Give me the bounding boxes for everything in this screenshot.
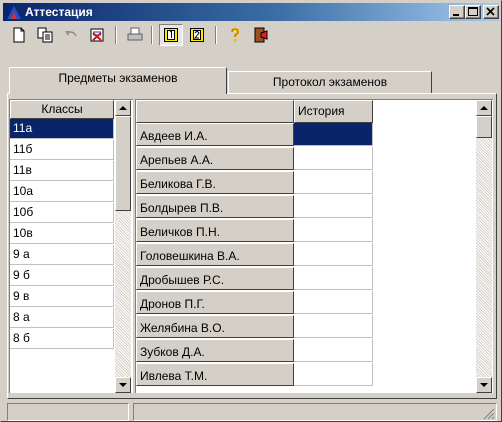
toolbar-separator: [115, 26, 117, 44]
class-list-item[interactable]: 9 а: [10, 245, 114, 265]
history-grade-cell[interactable]: [294, 339, 373, 362]
classes-scrollbar[interactable]: [115, 100, 131, 393]
history-grade-cell[interactable]: [294, 123, 373, 146]
class-list-item[interactable]: 11в: [10, 161, 114, 181]
main-window: Аттестация Предметы экзаменов Протокол э…: [0, 0, 502, 422]
arrow-down-icon: [119, 383, 127, 387]
history-grade-cell[interactable]: [294, 291, 373, 314]
status-panel: [7, 403, 129, 421]
student-name-cell[interactable]: Ивлева Т.М.: [136, 363, 294, 386]
class-list-item[interactable]: 11б: [10, 140, 114, 160]
print-button[interactable]: [123, 24, 147, 46]
minimize-button[interactable]: [449, 5, 465, 19]
class-list-item[interactable]: 9 б: [10, 266, 114, 286]
class-list-item[interactable]: 8 б: [10, 329, 114, 349]
view-two-icon: [190, 28, 204, 42]
tab-protocol[interactable]: Протокол экзаменов: [228, 71, 432, 93]
view-one-button[interactable]: [159, 24, 183, 46]
scroll-thumb[interactable]: [476, 116, 492, 138]
help-icon: [230, 27, 240, 42]
tab-subjects[interactable]: Предметы экзаменов: [9, 67, 227, 94]
student-name-cell[interactable]: Болдырев П.В.: [136, 195, 294, 218]
arrow-down-icon: [480, 383, 488, 387]
print-icon: [127, 27, 143, 41]
history-grade-cell[interactable]: [294, 219, 373, 242]
arrow-up-icon: [480, 106, 488, 110]
tab-strip: Предметы экзаменов Протокол экзаменов: [9, 67, 493, 94]
scroll-down-button[interactable]: [115, 377, 131, 393]
student-name-cell[interactable]: Авдеев И.А.: [136, 123, 294, 146]
delete-icon: [90, 28, 104, 42]
toolbar-separator: [151, 26, 153, 44]
status-panel: [133, 403, 497, 421]
app-icon: [7, 6, 21, 19]
view-one-icon: [164, 28, 178, 42]
title-bar[interactable]: Аттестация: [3, 3, 499, 21]
toolbar-separator: [215, 26, 217, 44]
classes-header[interactable]: Классы: [10, 100, 114, 119]
student-name-cell[interactable]: Головешкина В.А.: [136, 243, 294, 266]
maximize-button[interactable]: [465, 5, 481, 19]
exit-icon: [254, 27, 268, 43]
history-grade-cell[interactable]: [294, 147, 373, 170]
history-grade-cell[interactable]: [294, 243, 373, 266]
class-list-item[interactable]: 10а: [10, 182, 114, 202]
new-button[interactable]: [7, 24, 31, 46]
toolbar: [5, 23, 499, 49]
copy-document-icon: [37, 27, 53, 43]
student-name-cell[interactable]: Дронов П.Г.: [136, 291, 294, 314]
close-button[interactable]: [483, 5, 499, 19]
student-name-cell[interactable]: Желябина В.О.: [136, 315, 294, 338]
class-list-item[interactable]: 11а: [10, 119, 114, 139]
student-name-cell[interactable]: Зубков Д.А.: [136, 339, 294, 362]
student-name-cell[interactable]: Дробышев Р.С.: [136, 267, 294, 290]
scroll-up-button[interactable]: [476, 100, 492, 116]
classes-grid[interactable]: Классы 11а 11б 11в 10а 10б 10в 9 а9 б9 в8 а8 б: [9, 99, 133, 393]
history-grade-cell[interactable]: [294, 315, 373, 338]
undo-button[interactable]: [59, 24, 83, 46]
student-name-cell[interactable]: Беликова Г.В.: [136, 171, 294, 194]
copy-button[interactable]: [33, 24, 57, 46]
view-two-button[interactable]: [185, 24, 209, 46]
student-name-cell[interactable]: Арепьев А.А.: [136, 147, 294, 170]
arrow-up-icon: [119, 106, 127, 110]
history-grade-cell[interactable]: [294, 267, 373, 290]
help-button[interactable]: [223, 24, 247, 46]
history-column-header[interactable]: История: [294, 100, 373, 123]
class-list-item[interactable]: 9 в: [10, 287, 114, 307]
class-list-item[interactable]: 8 а: [10, 308, 114, 328]
scroll-thumb[interactable]: [115, 116, 131, 211]
scroll-up-button[interactable]: [115, 100, 131, 116]
new-document-icon: [13, 27, 25, 43]
grid-corner: [136, 100, 294, 123]
window-title: Аттестация: [25, 5, 93, 19]
scroll-down-button[interactable]: [476, 377, 492, 393]
resize-grip-icon[interactable]: [483, 408, 495, 420]
status-bar: [7, 403, 497, 421]
class-list-item[interactable]: 10б: [10, 203, 114, 223]
delete-button[interactable]: [85, 24, 109, 46]
exit-button[interactable]: [249, 24, 273, 46]
students-scrollbar[interactable]: [476, 100, 492, 393]
student-name-cell[interactable]: Величков П.Н.: [136, 219, 294, 242]
history-grade-cell[interactable]: [294, 171, 373, 194]
class-list-item[interactable]: 10в: [10, 224, 114, 244]
history-grade-cell[interactable]: [294, 363, 373, 386]
history-grade-cell[interactable]: [294, 195, 373, 218]
undo-icon: [65, 31, 77, 37]
students-grid[interactable]: История Авдеев И.А. Арепьев А.А. Беликова …: [135, 99, 493, 393]
